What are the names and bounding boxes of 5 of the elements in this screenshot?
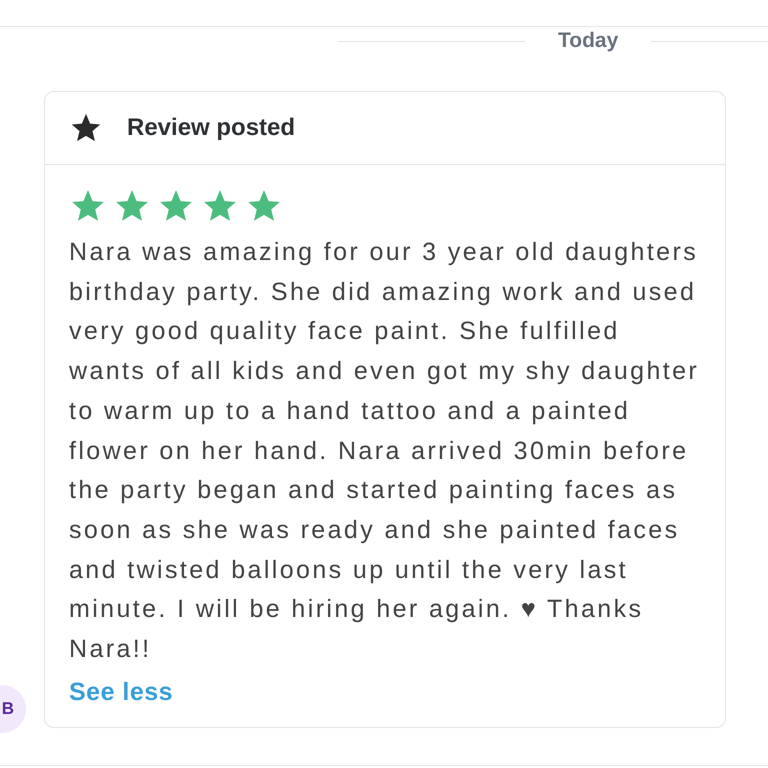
card-title: Review posted <box>127 113 296 143</box>
see-less-link[interactable]: See less <box>69 674 174 712</box>
review-text: Nara was amazing for our 3 year old daughters birthday party. She did amazing work and used very good quality face paint. She fulfilled wants of all kids and even got my shy daughter to warm up to a hand tattoo and a painted flower on her hand. Nara arrived 30min before the party began and started painting faces as soon as she was ready and she painted faces and twisted balloons up until the very last minute. I will be hiring her again. ♥ Thanks Nara!! <box>69 237 700 666</box>
avatar: B <box>0 685 26 733</box>
date-divider: Today <box>557 28 620 54</box>
